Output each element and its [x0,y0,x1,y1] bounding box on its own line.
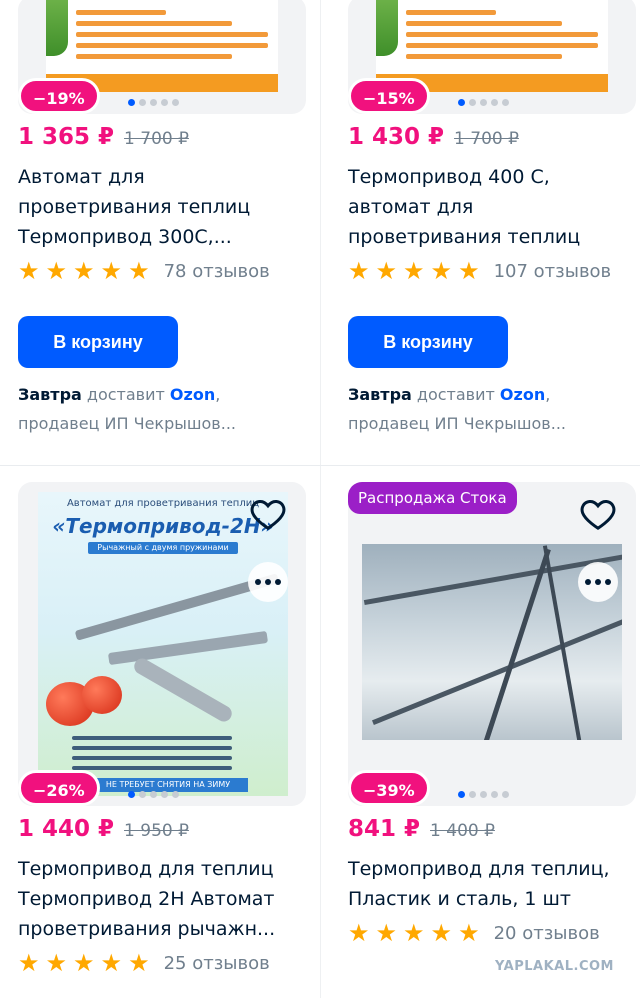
star-icon: ★ [348,919,370,947]
star-icon: ★ [458,257,480,285]
product-card-4[interactable]: Распродажа Стока −39% 841 ₽ 1 400 ₽ Терм… [348,482,638,948]
price-row: 1 440 ₽ 1 950 ₽ [18,816,308,846]
image-pagination[interactable] [458,99,509,106]
price-row: 841 ₽ 1 400 ₽ [348,816,638,846]
column-divider [320,0,321,998]
product-image[interactable]: −19% [18,0,306,114]
rating[interactable]: ★ ★ ★ ★ ★ 78 отзывов [18,256,308,286]
reviews-count: 20 отзывов [493,922,600,944]
star-icon: ★ [45,949,68,977]
delivery-info: Завтра доставит Ozon, продавец ИП Чекрыш… [18,385,236,433]
old-price: 1 950 ₽ [124,821,189,841]
product-title[interactable]: Термопривод 400 С, автомат для проветрив… [348,162,638,252]
star-icon: ★ [73,257,95,285]
more-dots-icon[interactable] [578,562,618,602]
old-price: 1 700 ₽ [454,129,519,149]
add-to-cart-button[interactable]: В корзину [18,316,178,368]
seller[interactable]: продавец ИП Чекрышов... [348,414,566,433]
product-image[interactable]: −15% [348,0,636,114]
row-divider [0,465,640,466]
add-to-cart-button[interactable]: В корзину [348,316,508,368]
discount-badge: −19% [18,78,100,114]
product-card-2[interactable]: −15% 1 430 ₽ 1 700 ₽ Термопривод 400 С, … [348,0,638,438]
product-image[interactable]: Автомат для проветривания теплиц «Термоп… [18,482,306,806]
current-price: 1 440 ₽ [18,816,115,842]
product-card-1[interactable]: −19% 1 365 ₽ 1 700 ₽ Автомат для проветр… [18,0,308,438]
old-price: 1 400 ₽ [430,821,495,841]
star-icon: ★ [18,257,40,285]
discount-badge: −15% [348,78,430,114]
discount-badge: −26% [18,770,100,806]
star-icon: ★ [348,257,370,285]
star-icon: ★ [403,257,425,285]
heart-icon[interactable] [578,494,618,534]
current-price: 1 365 ₽ [18,124,115,150]
promo-tag: Распродажа Стока [348,482,517,514]
reviews-count: 25 отзывов [163,952,270,974]
product-image[interactable]: Распродажа Стока −39% [348,482,636,806]
current-price: 1 430 ₽ [348,124,445,150]
image-pagination[interactable] [128,791,179,798]
rating[interactable]: ★ ★ ★ ★ ★ 107 отзывов [348,256,638,286]
product-title[interactable]: Автомат для проветривания теплиц Термопр… [18,162,308,252]
product-title[interactable]: Термопривод для теплиц, Пластик и сталь,… [348,854,638,914]
star-icon: ★ [128,949,150,977]
reviews-count: 78 отзывов [163,260,270,282]
current-price: 841 ₽ [348,816,421,842]
star-icon: ★ [430,257,453,285]
image-pagination[interactable] [458,791,509,798]
delivery-info: Завтра доставит Ozon, продавец ИП Чекрыш… [348,385,566,433]
star-icon: ★ [100,257,123,285]
watermark: YAPLAKAL.COM [495,959,614,974]
ozon-link[interactable]: Ozon [170,385,215,404]
product-photo: Автомат для проветривания теплиц «Термоп… [38,492,288,796]
rating[interactable]: ★ ★ ★ ★ ★ 20 отзывов [348,918,638,948]
old-price: 1 700 ₽ [124,129,189,149]
star-icon: ★ [403,919,425,947]
ozon-link[interactable]: Ozon [500,385,545,404]
rating[interactable]: ★ ★ ★ ★ ★ 25 отзывов [18,948,308,978]
star-icon: ★ [430,919,453,947]
star-icon: ★ [100,949,123,977]
star-icon: ★ [458,919,480,947]
product-card-3[interactable]: Автомат для проветривания теплиц «Термоп… [18,482,308,978]
product-title[interactable]: Термопривод для теплиц Термопривод 2Н Ав… [18,854,308,944]
price-row: 1 430 ₽ 1 700 ₽ [348,124,638,154]
star-icon: ★ [375,257,398,285]
product-grid: −19% 1 365 ₽ 1 700 ₽ Автомат для проветр… [0,0,640,998]
more-dots-icon[interactable] [248,562,288,602]
star-icon: ★ [45,257,68,285]
image-pagination[interactable] [128,99,179,106]
star-icon: ★ [375,919,398,947]
star-icon: ★ [73,949,95,977]
price-row: 1 365 ₽ 1 700 ₽ [18,124,308,154]
seller[interactable]: продавец ИП Чекрышов... [18,414,236,433]
reviews-count: 107 отзывов [493,260,612,282]
discount-badge: −39% [348,770,430,806]
heart-icon[interactable] [248,494,288,534]
star-icon: ★ [18,949,40,977]
star-icon: ★ [128,257,150,285]
